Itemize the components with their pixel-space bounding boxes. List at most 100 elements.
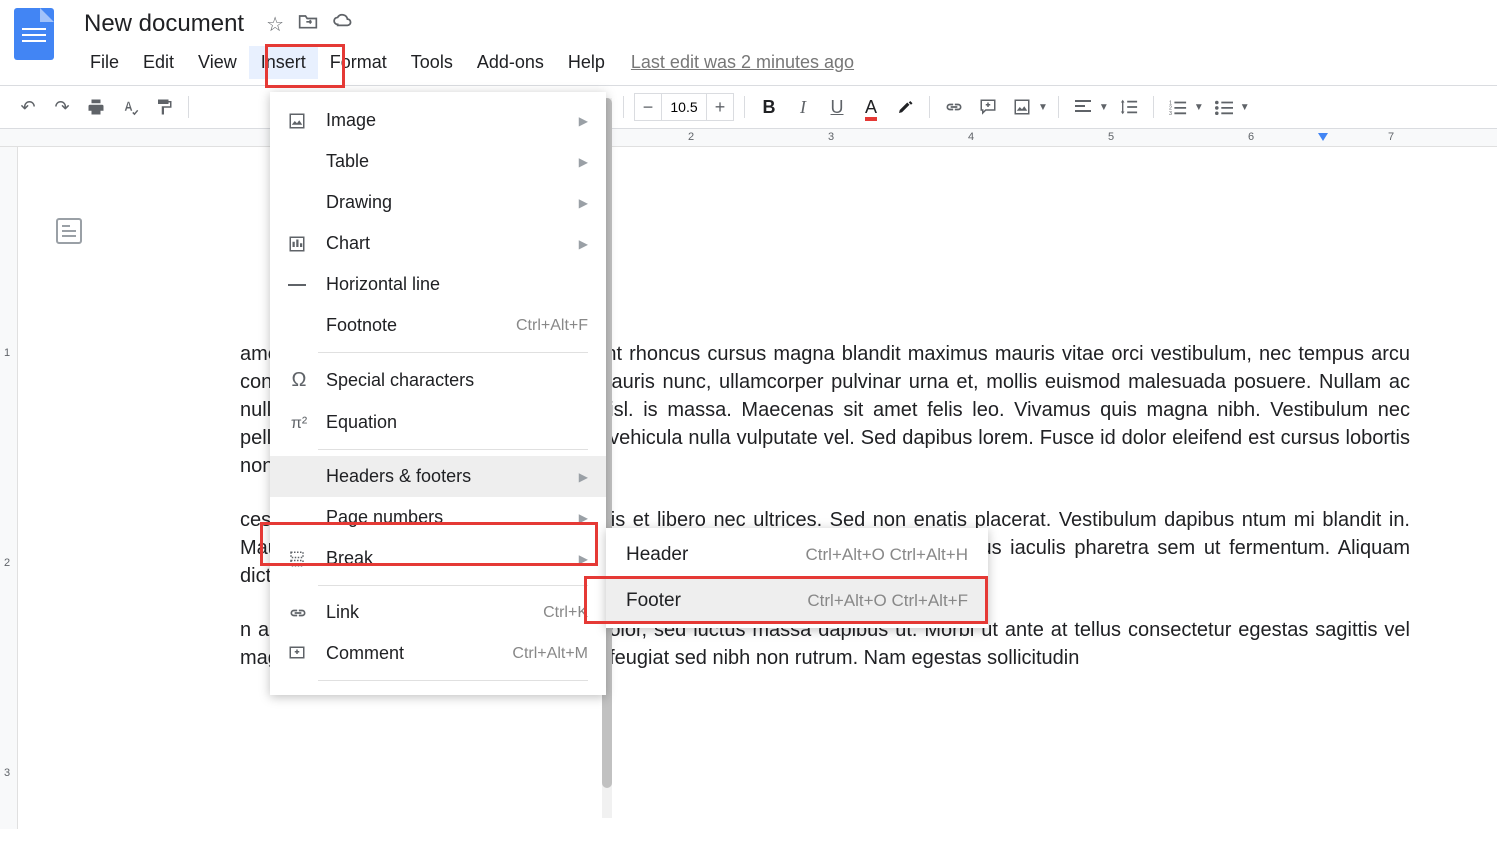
add-comment-icon[interactable] [974, 93, 1002, 121]
insert-equation[interactable]: π²Equation [270, 402, 606, 443]
vertical-ruler[interactable]: 1 2 3 [0, 147, 18, 829]
ruler-right-indent-marker[interactable] [1318, 133, 1328, 141]
menubar: File Edit View Insert Format Tools Add-o… [78, 46, 1483, 79]
horizontal-ruler[interactable]: 2 3 4 5 6 7 [0, 129, 1497, 147]
submenu-arrow-icon: ▶ [579, 196, 588, 210]
bulleted-list-icon[interactable] [1210, 93, 1238, 121]
spellcheck-icon[interactable] [116, 93, 144, 121]
pi-icon: π² [288, 412, 310, 433]
paint-format-icon[interactable] [150, 93, 178, 121]
italic-button[interactable]: I [789, 93, 817, 121]
fontsize-increase[interactable]: + [706, 93, 734, 121]
bulleted-dropdown-icon[interactable]: ▼ [1240, 102, 1250, 113]
menu-insert[interactable]: Insert [249, 46, 318, 79]
insert-headers-footers[interactable]: Headers & footers ▶ [270, 456, 606, 497]
numbered-list-icon[interactable]: 123 [1164, 93, 1192, 121]
toolbar: ↶ ↷ ▾ − 10.5 + B I U A ▼ ▼ 123 ▼ [0, 85, 1497, 129]
bold-button[interactable]: B [755, 93, 783, 121]
menu-item-label: Horizontal line [326, 274, 588, 295]
menu-item-label: Table [326, 151, 563, 172]
menu-item-label: Comment [326, 643, 496, 664]
vruler-mark: 3 [4, 767, 10, 779]
insert-drawing[interactable]: Drawing ▶ [270, 182, 606, 223]
insert-special-characters[interactable]: ΩSpecial characters [270, 359, 606, 402]
menu-addons[interactable]: Add-ons [465, 46, 556, 79]
hr-icon [288, 282, 310, 288]
menu-view[interactable]: View [186, 46, 249, 79]
image-icon [288, 112, 310, 130]
submenu-shortcut: Ctrl+Alt+O Ctrl+Alt+F [807, 591, 968, 611]
menu-item-label: Footnote [326, 315, 500, 336]
menu-file[interactable]: File [78, 46, 131, 79]
ruler-mark: 4 [968, 131, 974, 143]
image-dropdown-icon[interactable]: ▼ [1038, 102, 1048, 113]
menu-shortcut: Ctrl+Alt+M [512, 645, 588, 663]
insert-chart[interactable]: Chart ▶ [270, 223, 606, 264]
fontsize-value[interactable]: 10.5 [662, 93, 706, 121]
document-title[interactable]: New document [78, 8, 250, 40]
highlight-button[interactable] [891, 93, 919, 121]
vruler-mark: 1 [4, 347, 10, 359]
insert-comment[interactable]: Comment Ctrl+Alt+M [270, 633, 606, 674]
submenu-footer[interactable]: FooterCtrl+Alt+O Ctrl+Alt+F [606, 578, 988, 624]
menu-shortcut: Ctrl+Alt+F [516, 317, 588, 335]
menu-tools[interactable]: Tools [399, 46, 465, 79]
submenu-arrow-icon: ▶ [579, 237, 588, 251]
menu-divider [318, 449, 588, 450]
ruler-mark: 2 [688, 131, 694, 143]
comment-icon [288, 645, 310, 663]
break-icon [288, 550, 310, 568]
svg-text:3: 3 [1169, 111, 1172, 115]
insert-link[interactable]: Link Ctrl+K [270, 592, 606, 633]
insert-table[interactable]: Table ▶ [270, 141, 606, 182]
menu-format[interactable]: Format [318, 46, 399, 79]
submenu-arrow-icon: ▶ [579, 470, 588, 484]
menu-item-label: Headers & footers [326, 466, 563, 487]
insert-image[interactable]: Image ▶ [270, 100, 606, 141]
menu-help[interactable]: Help [556, 46, 617, 79]
cloud-status-icon[interactable] [332, 12, 354, 37]
menu-item-label: Link [326, 602, 527, 623]
insert-menu-dropdown: Image ▶ Table ▶ Drawing ▶ Chart ▶ Horizontal lin… [270, 92, 606, 695]
align-dropdown-icon[interactable]: ▼ [1099, 102, 1109, 113]
insert-image-icon[interactable] [1008, 93, 1036, 121]
insert-page-numbers[interactable]: Page numbers ▶ [270, 497, 606, 538]
print-icon[interactable] [82, 93, 110, 121]
undo-icon[interactable]: ↶ [14, 93, 42, 121]
menu-item-label: Image [326, 110, 563, 131]
insert-footnote[interactable]: Footnote Ctrl+Alt+F [270, 305, 606, 346]
redo-icon[interactable]: ↷ [48, 93, 76, 121]
menu-edit[interactable]: Edit [131, 46, 186, 79]
underline-button[interactable]: U [823, 93, 851, 121]
headers-footers-submenu: HeaderCtrl+Alt+O Ctrl+Alt+HFooterCtrl+Al… [606, 528, 988, 628]
menu-shortcut: Ctrl+K [543, 604, 588, 622]
line-spacing-icon[interactable] [1115, 93, 1143, 121]
menu-item-label: Special characters [326, 370, 588, 391]
star-icon[interactable]: ☆ [266, 12, 284, 37]
text-color-button[interactable]: A [865, 97, 877, 118]
align-icon[interactable] [1069, 93, 1097, 121]
submenu-header[interactable]: HeaderCtrl+Alt+O Ctrl+Alt+H [606, 532, 988, 578]
vruler-mark: 2 [4, 557, 10, 569]
insert-horizontal-line[interactable]: Horizontal line [270, 264, 606, 305]
docs-logo[interactable] [14, 8, 54, 60]
insert-break[interactable]: Break▶ [270, 538, 606, 579]
menu-item-label: Page numbers [326, 507, 563, 528]
ruler-mark: 3 [828, 131, 834, 143]
fontsize-decrease[interactable]: − [634, 93, 662, 121]
submenu-arrow-icon: ▶ [579, 114, 588, 128]
submenu-label: Footer [626, 590, 807, 612]
submenu-arrow-icon: ▶ [579, 511, 588, 525]
submenu-arrow-icon: ▶ [579, 552, 588, 566]
submenu-arrow-icon: ▶ [579, 155, 588, 169]
numbered-dropdown-icon[interactable]: ▼ [1194, 102, 1204, 113]
menu-item-label: Chart [326, 233, 563, 254]
last-edit-link[interactable]: Last edit was 2 minutes ago [631, 52, 854, 73]
ruler-mark: 7 [1388, 131, 1394, 143]
insert-link-icon[interactable] [940, 93, 968, 121]
menu-item-label: Drawing [326, 192, 563, 213]
move-icon[interactable] [298, 12, 318, 37]
submenu-label: Header [626, 544, 806, 566]
document-outline-icon[interactable] [56, 218, 82, 244]
link-icon [288, 607, 310, 619]
